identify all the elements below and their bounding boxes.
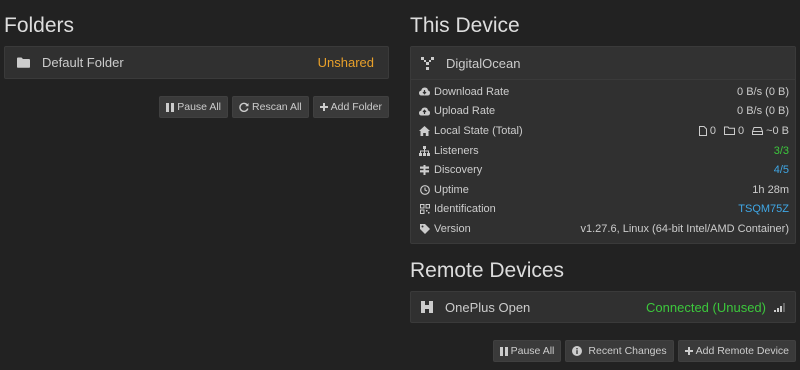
pause-all-label: Pause All [177, 101, 222, 113]
plus-icon [684, 347, 693, 355]
clock-icon [419, 184, 430, 195]
rescan-all-button[interactable]: Rescan All [232, 96, 309, 118]
add-remote-device-label: Add Remote Device [695, 345, 789, 357]
rescan-all-label: Rescan All [252, 101, 302, 113]
folder-icon [17, 57, 30, 68]
version-value: v1.27.6, Linux (64-bit Intel/AMD Contain… [580, 222, 790, 235]
folder-actions: Pause All Rescan All Add Folder [159, 96, 389, 118]
add-folder-button[interactable]: Add Folder [312, 96, 389, 118]
upload-rate-value: 0 B/s (0 B) [737, 105, 789, 118]
sitemap-icon [419, 145, 430, 156]
device-icon [421, 301, 433, 313]
this-device-title: This Device [410, 14, 520, 37]
version-row: Version v1.27.6, Linux (64-bit Intel/AMD… [411, 219, 795, 239]
cloud-download-icon [419, 87, 430, 96]
folder-outline-icon [723, 126, 735, 136]
tag-icon [419, 223, 430, 234]
file-icon [698, 125, 707, 136]
pause-all-devices-label: Pause All [510, 345, 555, 357]
this-device-stats: Download Rate 0 B/s (0 B) Upload Rate 0 … [411, 80, 795, 243]
listeners-row[interactable]: Listeners 3/3 [411, 141, 795, 161]
device-identicon-icon [421, 56, 434, 70]
remote-device-status: Connected (Unused) [646, 299, 766, 315]
version-label: Version [434, 222, 471, 235]
signpost-icon [419, 165, 430, 176]
signal-bars-icon [774, 302, 785, 312]
hdd-icon [752, 126, 764, 135]
refresh-icon [239, 102, 249, 112]
add-remote-device-button[interactable]: Add Remote Device [677, 340, 796, 362]
discovery-row[interactable]: Discovery 4/5 [411, 160, 795, 180]
identification-row: Identification TSQM75Z [411, 200, 795, 220]
upload-rate-label: Upload Rate [434, 105, 496, 118]
folders-title: Folders [4, 14, 75, 37]
add-folder-label: Add Folder [330, 101, 382, 113]
recent-changes-label: Recent Changes [588, 345, 667, 357]
discovery-value: 4/5 [773, 164, 789, 177]
folder-status: Unshared [317, 55, 374, 70]
local-size-value: ~0 B [766, 124, 789, 137]
cloud-upload-icon [419, 107, 430, 116]
upload-rate-row: Upload Rate 0 B/s (0 B) [411, 102, 795, 122]
uptime-value: 1h 28m [752, 183, 789, 196]
pause-all-devices-button[interactable]: Pause All [492, 340, 562, 362]
this-device-name: DigitalOcean [446, 55, 521, 71]
local-state-row: Local State (Total) 0 0 ~0 B [411, 121, 795, 141]
folder-name: Default Folder [42, 55, 124, 70]
identification-label: Identification [434, 203, 496, 216]
remote-devices-title: Remote Devices [410, 259, 565, 282]
pause-icon [166, 102, 175, 112]
qrcode-icon [419, 204, 430, 215]
uptime-row: Uptime 1h 28m [411, 180, 795, 200]
local-state-label: Local State (Total) [434, 124, 523, 137]
device-id-link[interactable]: TSQM75Z [738, 203, 789, 215]
discovery-label: Discovery [434, 164, 483, 177]
local-files-count: 0 [709, 124, 716, 137]
recent-changes-button[interactable]: Recent Changes [565, 340, 674, 362]
download-rate-row: Download Rate 0 B/s (0 B) [411, 82, 795, 102]
home-icon [419, 125, 430, 136]
listeners-label: Listeners [434, 144, 479, 157]
download-rate-value: 0 B/s (0 B) [737, 85, 789, 98]
folder-row-default[interactable]: Default Folder Unshared [4, 46, 389, 79]
remote-device-row-oneplus[interactable]: OnePlus Open Connected (Unused) [410, 291, 796, 323]
plus-icon [319, 103, 328, 111]
local-state-value: 0 0 ~0 B [698, 124, 789, 137]
pause-icon [499, 346, 508, 356]
remote-actions: Pause All Recent Changes Add Remote Devi… [492, 340, 796, 362]
download-rate-label: Download Rate [434, 85, 510, 98]
this-device-header[interactable]: DigitalOcean [411, 47, 795, 80]
this-device-panel: DigitalOcean Download Rate 0 B/s (0 B) U… [410, 46, 796, 244]
remote-device-name: OnePlus Open [445, 299, 531, 315]
listeners-value: 3/3 [773, 144, 789, 157]
info-icon [572, 346, 583, 356]
uptime-label: Uptime [434, 183, 469, 196]
pause-all-folders-button[interactable]: Pause All [159, 96, 229, 118]
local-dirs-count: 0 [737, 124, 745, 137]
